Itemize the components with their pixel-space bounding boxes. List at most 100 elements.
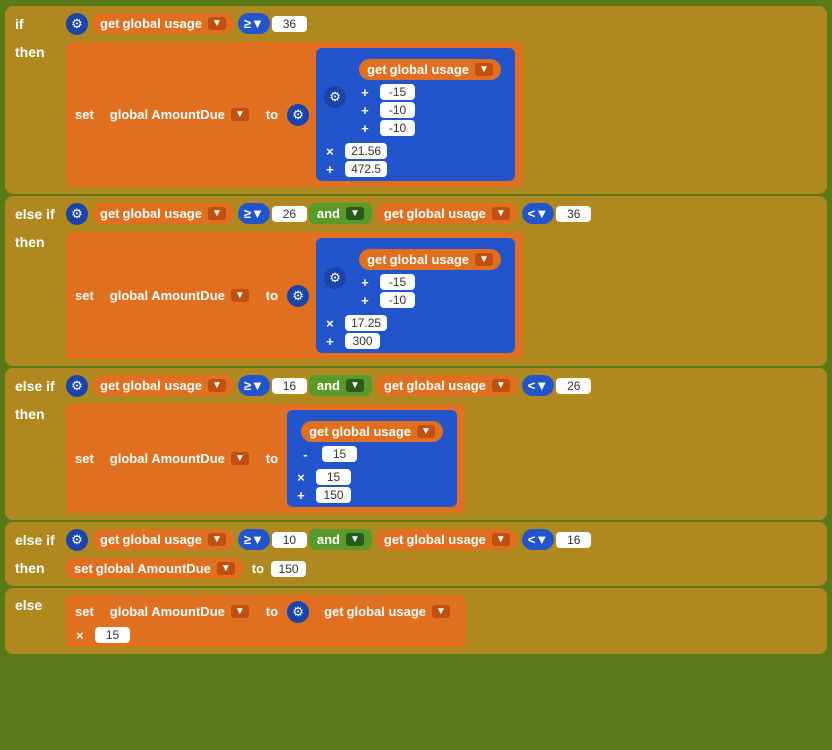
get-usage-3c[interactable]: get global usage ▼ [301,421,443,442]
set-row-2: set global AmountDue ▼ to ⚙ ⚙ [72,236,517,355]
get-usage-5[interactable]: get global usage ▼ [316,601,458,622]
compare-1[interactable]: ≥▼ [238,13,270,34]
get-usage-3b[interactable]: get global usage ▼ [376,375,518,396]
get-usage-2b[interactable]: get global usage ▼ [376,203,518,224]
else-if-keyword-4: else if [9,528,64,552]
set-amountdue-3[interactable]: global AmountDue ▼ [102,448,257,469]
neg15-val-1[interactable]: -15 [380,84,415,100]
gear-icon-2[interactable]: ⚙ [66,203,88,225]
else-row-5: else set global AmountDue ▼ to ⚙ get glo… [9,591,823,651]
val-26[interactable]: 26 [272,206,307,222]
inner-nest-3: get global usage ▼ - 15 [295,416,449,465]
plus-val-3[interactable]: 150 [316,487,351,503]
set-row-1: set global AmountDue ▼ to ⚙ ⚙ [72,46,517,183]
amountdue-dd-4[interactable]: ▼ [217,562,235,575]
if-block-3: else if ⚙ get global usage ▼ ≥▼ 16 and ▼… [5,368,827,520]
and-dd-4[interactable]: ▼ [346,533,364,546]
gear-icon-1b[interactable]: ⚙ [287,104,309,126]
plus-val-2[interactable]: 300 [345,333,380,349]
usage-dropdown-1[interactable]: ▼ [208,17,226,30]
usage-dd-5[interactable]: ▼ [432,605,450,618]
gear-icon-2c[interactable]: ⚙ [324,267,346,289]
then-keyword-3: then [9,402,64,426]
mult-val-5[interactable]: 15 [95,627,130,643]
usage-dd-3b[interactable]: ▼ [492,379,510,392]
get-usage-4b[interactable]: get global usage ▼ [376,529,518,550]
if-block-2: else if ⚙ get global usage ▼ ≥▼ 26 and ▼… [5,196,827,366]
mult-val-3[interactable]: 15 [316,469,351,485]
gear-icon-4[interactable]: ⚙ [66,529,88,551]
val-36-2[interactable]: 36 [556,206,591,222]
amountdue-dd-3[interactable]: ▼ [231,452,249,465]
set-label-5: set [72,604,97,619]
compare-3a[interactable]: ≥▼ [238,375,270,396]
if-row-1: if ⚙ get global usage ▼ ≥▼ 36 [9,9,823,38]
set-amountdue-1[interactable]: global AmountDue ▼ [102,104,257,125]
usage-dd-3c[interactable]: ▼ [417,425,435,438]
and-block-2[interactable]: and ▼ [309,203,372,224]
gear-icon-5[interactable]: ⚙ [287,601,309,623]
math-row-2a: ⚙ get global usage ▼ [322,242,509,313]
usage-dd-1b[interactable]: ▼ [475,63,493,76]
get-usage-3a[interactable]: get global usage ▼ [92,375,234,396]
set-row-5: set global AmountDue ▼ to ⚙ get global u… [72,599,460,624]
neg10b-val-1[interactable]: -10 [380,120,415,136]
set-label-3: set [72,451,97,466]
get-usage-1b[interactable]: get global usage ▼ [359,59,501,80]
val-16-4[interactable]: 16 [556,532,591,548]
then-row-1: then set global AmountDue ▼ to ⚙ ⚙ [9,38,823,191]
mult-val-2[interactable]: 17.25 [345,315,387,331]
neg15-val-3[interactable]: 15 [322,446,357,462]
usage-dd-3a[interactable]: ▼ [208,379,226,392]
val-16[interactable]: 16 [272,378,307,394]
compare-2a[interactable]: ≥▼ [238,203,270,224]
get-usage-1[interactable]: get global usage ▼ [92,13,234,34]
set-block-2: set global AmountDue ▼ to ⚙ ⚙ [66,232,523,359]
neg10a-val-1[interactable]: -10 [380,102,415,118]
and-dd-2[interactable]: ▼ [346,207,364,220]
amountdue-dropdown-1[interactable]: ▼ [231,108,249,121]
val-26-3[interactable]: 26 [556,378,591,394]
get-usage-2c[interactable]: get global usage ▼ [359,249,501,270]
set-val-150[interactable]: 150 [271,561,306,577]
then-keyword-1: then [9,40,64,64]
gear-icon-1c[interactable]: ⚙ [324,86,346,108]
plus-op-1a: + [357,85,377,100]
neg15-val-2[interactable]: -15 [380,274,415,290]
math-row-3a: get global usage ▼ - 15 [293,414,451,467]
set-amountdue-5[interactable]: global AmountDue ▼ [102,601,257,622]
compare-4b[interactable]: <▼ [522,529,554,550]
neg10-val-2[interactable]: -10 [380,292,415,308]
mult-val-1[interactable]: 21.56 [345,143,387,159]
amountdue-dd-2[interactable]: ▼ [231,289,249,302]
usage-dd-4b[interactable]: ▼ [492,533,510,546]
get-usage-row-1: get global usage ▼ [357,57,503,82]
amountdue-dd-5[interactable]: ▼ [231,605,249,618]
usage-dd-2a[interactable]: ▼ [208,207,226,220]
compare-2b[interactable]: <▼ [522,203,554,224]
math-row-1a: ⚙ get global usage ▼ [322,52,509,141]
compare-3b[interactable]: <▼ [522,375,554,396]
compare-4a[interactable]: ≥▼ [238,529,270,550]
usage-dd-2b[interactable]: ▼ [492,207,510,220]
plus-neg10a-1: + -10 [357,102,503,118]
get-usage-row-3: get global usage ▼ [299,419,445,444]
gear-icon-2b[interactable]: ⚙ [287,285,309,307]
val-36-1[interactable]: 36 [272,16,307,32]
and-dd-3[interactable]: ▼ [346,379,364,392]
get-usage-4a[interactable]: get global usage ▼ [92,529,234,550]
and-block-3[interactable]: and ▼ [309,375,372,396]
usage-dd-4a[interactable]: ▼ [208,533,226,546]
and-block-4[interactable]: and ▼ [309,529,372,550]
get-usage-2a[interactable]: get global usage ▼ [92,203,234,224]
times-row-2: × 17.25 [322,315,509,331]
minus-15-3: - 15 [299,446,445,462]
plus-neg15-1: + -15 [357,84,503,100]
gear-icon-3[interactable]: ⚙ [66,375,88,397]
plus-val-1[interactable]: 472.5 [345,161,387,177]
usage-dd-2c[interactable]: ▼ [475,253,493,266]
set-amountdue-2[interactable]: global AmountDue ▼ [102,285,257,306]
set-amountdue-4[interactable]: set global AmountDue ▼ [66,558,243,579]
val-10[interactable]: 10 [272,532,307,548]
gear-icon-1[interactable]: ⚙ [66,13,88,35]
